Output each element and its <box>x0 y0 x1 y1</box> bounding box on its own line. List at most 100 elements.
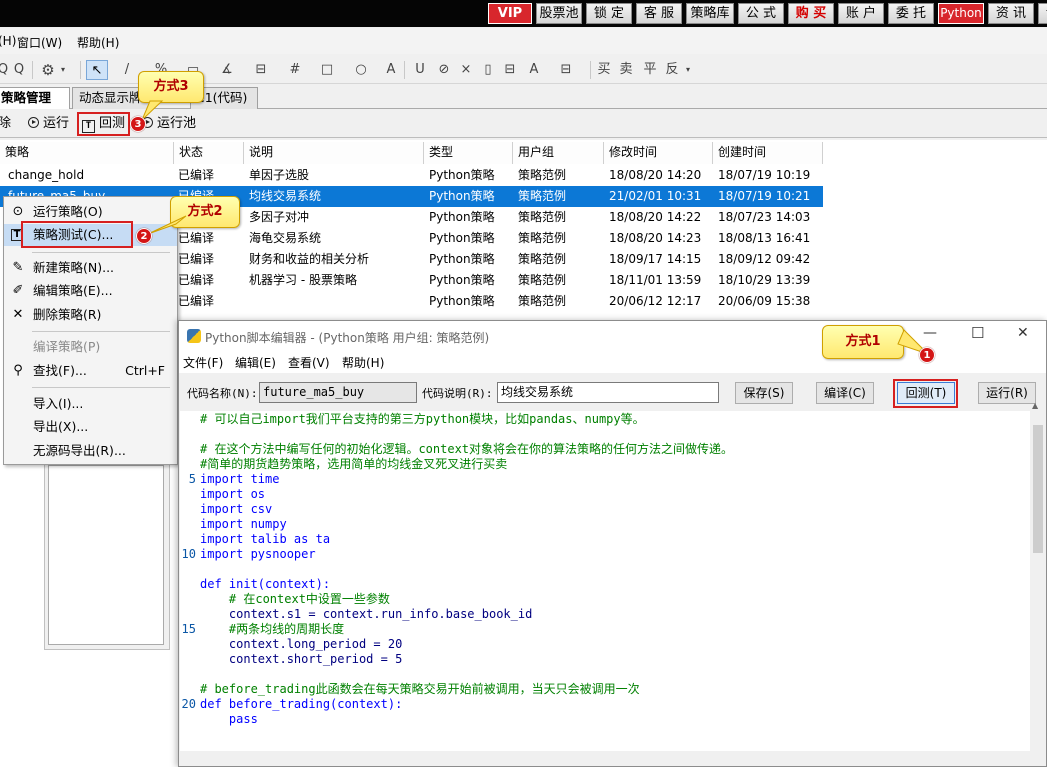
table-cell-type: Python策略 <box>429 231 495 245</box>
code-line: import os <box>200 487 266 501</box>
maximize-icon[interactable]: ☐ <box>971 324 984 342</box>
table-cell-status: 已编译 <box>178 294 215 308</box>
settings-button[interactable]: 设 置 <box>1038 3 1047 24</box>
code-line: #简单的期货趋势策略，选用简单的均线金叉死叉进行买卖 <box>200 457 508 471</box>
chevron-down-icon[interactable]: ▾ <box>58 60 68 80</box>
line-number: 5 <box>188 472 196 486</box>
account-button[interactable]: 账 户 <box>838 3 884 24</box>
menu-edit-strategy[interactable]: ✐ 编辑策略(E)... <box>4 280 177 302</box>
order-button[interactable]: 委 托 <box>888 3 934 24</box>
menu-new-strategy[interactable]: ✎ 新建策略(N)... <box>4 257 177 279</box>
code-line: import csv <box>200 502 273 516</box>
table-cell-modified: 18/08/20 14:20 <box>609 168 702 182</box>
fill-icon[interactable]: ⊟ <box>558 60 574 80</box>
callout-way1: 方式1 <box>822 325 904 359</box>
grid-tool-icon[interactable]: # <box>286 60 304 80</box>
delete-action[interactable]: 除 <box>0 115 11 133</box>
buy-mark-icon[interactable]: 买 <box>596 60 612 80</box>
column-header-group[interactable]: 用户组 <box>513 142 604 164</box>
delete-icon[interactable]: × <box>458 60 474 80</box>
scroll-up-icon[interactable]: ▲ <box>1032 401 1038 410</box>
editor-menu-bar: 文件(F) 编辑(E) 查看(V) 帮助(H) <box>179 351 1046 373</box>
compile-button[interactable]: 编译(C) <box>816 382 874 404</box>
cursor-select-icon[interactable]: ↖ <box>86 60 108 80</box>
table-cell-created: 18/09/12 09:42 <box>718 252 811 266</box>
formula-button[interactable]: 公 式 <box>738 3 784 24</box>
tab-strategy-manager[interactable]: 策略管理器 <box>0 87 70 125</box>
trash-icon[interactable]: ▯ <box>480 60 496 80</box>
menu-export[interactable]: 导出(X)... <box>4 416 177 438</box>
news-button[interactable]: 资 讯 <box>988 3 1034 24</box>
column-header-type[interactable]: 类型 <box>424 142 513 164</box>
menu-window[interactable]: 窗口(W) <box>17 34 62 51</box>
chevron-down-icon[interactable]: ▾ <box>683 60 693 80</box>
close-icon[interactable]: ✕ <box>1017 325 1029 341</box>
table-cell-group: 策略范例 <box>518 210 567 224</box>
column-header-desc[interactable]: 说明 <box>244 142 424 164</box>
column-header-strategy[interactable]: 策略 <box>0 142 174 164</box>
table-cell-status: 已编译 <box>178 273 215 287</box>
zoom-in-icon[interactable]: Q <box>0 60 10 80</box>
lock-button[interactable]: 锁 定 <box>586 3 632 24</box>
strategy-lib-button[interactable]: 策略库 <box>686 3 734 24</box>
code-desc-field[interactable]: 均线交易系统 <box>497 382 719 403</box>
code-line: import talib as ta <box>200 532 331 546</box>
menu-compile-strategy[interactable]: 编译策略(P) <box>4 336 177 358</box>
editor-menu-help[interactable]: 帮助(H) <box>342 354 384 371</box>
buy-button[interactable]: 购 买 <box>788 3 834 24</box>
scrollbar-thumb[interactable] <box>1033 425 1043 553</box>
channel-tool-icon[interactable]: ⊟ <box>252 60 270 80</box>
table-cell-status: 已编译 <box>178 231 215 245</box>
hide-icon[interactable]: ⊘ <box>436 60 452 80</box>
reverse-mark-icon[interactable]: 反 <box>664 60 680 80</box>
menu-help-partial[interactable]: (H) <box>0 34 16 48</box>
run-action[interactable]: 运行 <box>28 115 69 133</box>
text-tool-icon[interactable]: A <box>384 60 398 80</box>
code-line: # before_trading此函数会在每天策略交易开始前被调用，当天只会被调… <box>200 682 640 696</box>
code-line: def init(context): <box>200 577 331 591</box>
run-pool-action[interactable]: 运行池 <box>142 115 196 133</box>
magnet-icon[interactable]: U <box>412 60 428 80</box>
gear-icon[interactable]: ⚙ <box>40 60 56 80</box>
box-tool-icon[interactable]: □ <box>318 60 336 80</box>
line-tool-icon[interactable]: / <box>118 60 136 80</box>
column-header-created[interactable]: 创建时间 <box>713 142 823 164</box>
zoom-out-icon[interactable]: Q <box>12 60 26 80</box>
close-mark-icon[interactable]: 平 <box>642 60 658 80</box>
save-button[interactable]: 保存(S) <box>735 382 793 404</box>
table-cell-group: 策略范例 <box>518 168 567 182</box>
menu-run-strategy[interactable]: ⊙ 运行策略(O) <box>4 201 177 223</box>
code-name-field[interactable]: future_ma5_buy <box>259 382 417 403</box>
code-line: import pysnooper <box>200 547 316 561</box>
code-editor[interactable]: # 可以自己import我们平台支持的第三方python模块，比如pandas、… <box>180 411 1030 751</box>
table-row[interactable]: change_hold 已编译 单因子选股 Python策略 策略范例 18/08/20 … <box>0 165 823 186</box>
menu-find[interactable]: ⚲ 查找(F)... Ctrl+F <box>4 360 177 382</box>
python-button[interactable]: Python <box>938 3 984 24</box>
lock-icon[interactable]: ⊟ <box>502 60 518 80</box>
editor-menu-view[interactable]: 查看(V) <box>288 354 330 371</box>
angle-tool-icon[interactable]: ∡ <box>218 60 236 80</box>
service-button[interactable]: 客 服 <box>636 3 682 24</box>
run-button[interactable]: 运行(R) <box>978 382 1036 404</box>
menu-help[interactable]: 帮助(H) <box>77 34 119 51</box>
minimize-icon[interactable]: — <box>923 325 937 341</box>
binoculars-icon: ⚲ <box>13 363 23 378</box>
font-color-icon[interactable]: A <box>526 60 542 80</box>
vip-button[interactable]: VIP <box>488 3 532 24</box>
editor-menu-file[interactable]: 文件(F) <box>183 354 223 371</box>
editor-menu-edit[interactable]: 编辑(E) <box>235 354 276 371</box>
python-logo-icon <box>187 329 201 343</box>
sell-mark-icon[interactable]: 卖 <box>618 60 634 80</box>
table-cell-name: change_hold <box>8 168 85 182</box>
stock-pool-button[interactable]: 股票池 <box>536 3 582 24</box>
menu-delete-strategy[interactable]: ✕ 删除策略(R) <box>4 304 177 326</box>
table-cell-modified: 18/08/20 14:22 <box>609 210 702 224</box>
vertical-scrollbar[interactable]: ▲ <box>1030 401 1046 751</box>
column-header-status[interactable]: 状态 <box>174 142 244 164</box>
menu-export-no-source[interactable]: 无源码导出(R)... <box>4 440 177 462</box>
step-badge-3: 3 <box>130 116 146 132</box>
menu-import[interactable]: 导入(I)... <box>4 393 177 415</box>
circle-tool-icon[interactable]: ○ <box>352 60 370 80</box>
column-header-modified[interactable]: 修改时间 <box>604 142 713 164</box>
table-cell-status: 已编译 <box>178 168 215 182</box>
